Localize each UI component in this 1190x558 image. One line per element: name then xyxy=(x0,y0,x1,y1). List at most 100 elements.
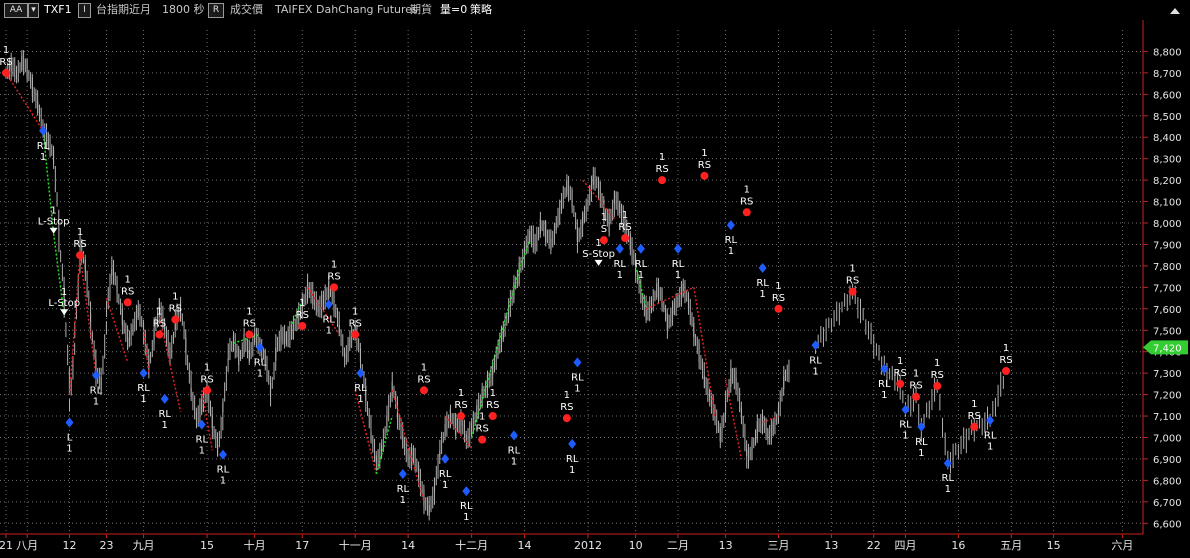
signal-count: 1 xyxy=(352,307,358,318)
short-signal-marker xyxy=(562,414,571,423)
short-signal-marker xyxy=(457,412,466,421)
signal-label: RS xyxy=(846,276,859,287)
signal-count: 1 xyxy=(913,369,919,380)
signal-markers: 1RSRL11L-Stop1L-Stop1RSL1RL11RSRL11RSRL1… xyxy=(0,45,1013,523)
stop-signal-marker xyxy=(49,227,58,234)
signal-count: 1 xyxy=(204,362,210,373)
signal-count: 1 xyxy=(220,476,226,487)
signal-label: RS xyxy=(296,310,309,321)
y-tick-label: 8,800 xyxy=(1153,47,1182,58)
strategy-label[interactable]: 策略 xyxy=(470,0,492,20)
signal-count: 1 xyxy=(934,358,940,369)
signal-count: 1 xyxy=(574,383,580,394)
long-signal-marker xyxy=(636,243,645,254)
x-tick-label: 六月 xyxy=(1111,539,1133,552)
interval-label: 1800 秒 xyxy=(162,3,205,16)
price-chart: 1RSRL11L-Stop1L-Stop1RSL1RL11RSRL11RSRL1… xyxy=(0,20,1188,552)
signal-label: RS xyxy=(698,160,711,171)
long-signal-marker xyxy=(91,370,100,381)
x-tick-label: 13 xyxy=(719,539,733,552)
short-signal-marker xyxy=(1002,367,1011,376)
short-signal-marker xyxy=(76,251,85,260)
signal-count: 1 xyxy=(971,399,977,410)
signal-label: RL xyxy=(809,355,822,366)
short-signal-marker xyxy=(658,176,667,185)
x-tick-label: 21 xyxy=(0,539,13,552)
chevron-down-icon[interactable]: ▾ xyxy=(28,3,39,18)
signal-label: RS xyxy=(121,286,134,297)
short-signal-marker xyxy=(330,283,339,292)
signal-count: 1 xyxy=(881,390,887,401)
signal-label: RL xyxy=(984,430,997,441)
y-tick-label: 6,600 xyxy=(1153,519,1182,530)
signal-count: 1 xyxy=(622,210,628,221)
signal-count: 1 xyxy=(1003,343,1009,354)
signal-label: RL xyxy=(635,259,648,270)
x-tick-label: 十二月 xyxy=(455,538,488,552)
signal-count: 1 xyxy=(3,45,9,56)
signal-label: RL xyxy=(196,435,209,446)
x-tick-label: 12 xyxy=(62,539,76,552)
signal-label: RS xyxy=(476,424,489,435)
y-tick-label: 7,600 xyxy=(1153,305,1182,316)
signal-count: 1 xyxy=(511,456,517,467)
signal-label: RL xyxy=(508,445,521,456)
x-tick-label: 2012 xyxy=(574,539,602,552)
scroll-indicator-icon[interactable] xyxy=(1170,8,1180,14)
stop-signal-marker xyxy=(60,309,69,316)
signal-label: RS xyxy=(772,293,785,304)
x-tick-label: 15 xyxy=(1047,539,1061,552)
signal-label: RS xyxy=(169,304,182,315)
long-signal-marker xyxy=(441,453,450,464)
y-tick-label: 8,000 xyxy=(1153,219,1182,230)
workspace-button[interactable]: AA xyxy=(4,3,28,18)
signal-label: RS xyxy=(243,319,256,330)
long-signal-marker xyxy=(398,468,407,479)
signal-count: 1 xyxy=(93,396,99,407)
x-tick-label: 十一月 xyxy=(339,538,372,552)
x-tick-label: 十月 xyxy=(244,538,266,552)
signal-label: RS xyxy=(999,355,1012,366)
short-signal-marker xyxy=(2,68,10,77)
price-type-label: 成交價 xyxy=(230,3,263,16)
signal-count: 1 xyxy=(638,270,644,281)
x-tick-label: 10 xyxy=(629,539,643,552)
symbol-code[interactable]: TXF1 xyxy=(44,0,72,20)
signal-label: RL xyxy=(899,420,912,431)
y-tick-label: 7,500 xyxy=(1153,326,1182,337)
long-signal-marker xyxy=(568,438,577,449)
signal-label: RL xyxy=(158,409,171,420)
signal-label: RS xyxy=(931,370,944,381)
signal-label: RS xyxy=(655,164,668,175)
short-signal-marker xyxy=(848,287,857,296)
signal-label: RS xyxy=(417,374,430,385)
signal-label: RL xyxy=(137,383,150,394)
signal-count: 1 xyxy=(162,420,168,431)
long-trade-line xyxy=(375,415,393,475)
signal-label: RL xyxy=(460,501,473,512)
signal-count: 1 xyxy=(759,289,765,300)
y-tick-label: 7,300 xyxy=(1153,369,1182,380)
signal-label: RL xyxy=(915,437,928,448)
signal-label: RL xyxy=(756,278,769,289)
long-signal-marker xyxy=(160,393,169,404)
signal-label: RS xyxy=(73,239,86,250)
y-tick-label: 6,700 xyxy=(1153,498,1182,509)
price-type-icon[interactable]: R xyxy=(208,3,224,18)
short-signal-marker xyxy=(621,234,630,243)
signal-count: 1 xyxy=(140,394,146,405)
signal-count: 1 xyxy=(357,394,363,405)
signal-count: 1 xyxy=(463,512,469,523)
signal-label: RL xyxy=(90,385,103,396)
stop-signal-marker xyxy=(594,259,603,266)
y-tick-label: 6,900 xyxy=(1153,455,1182,466)
x-tick-label: 二月 xyxy=(667,539,689,552)
signal-label: L-Stop xyxy=(38,217,70,228)
short-signal-marker xyxy=(298,321,307,330)
x-tick-label: 22 xyxy=(867,539,881,552)
signal-label: RS xyxy=(0,57,13,68)
signal-label: RS xyxy=(894,368,907,379)
interval-icon[interactable]: I xyxy=(78,3,91,18)
signal-label: RL xyxy=(397,484,410,495)
signal-label: RL xyxy=(322,315,335,326)
